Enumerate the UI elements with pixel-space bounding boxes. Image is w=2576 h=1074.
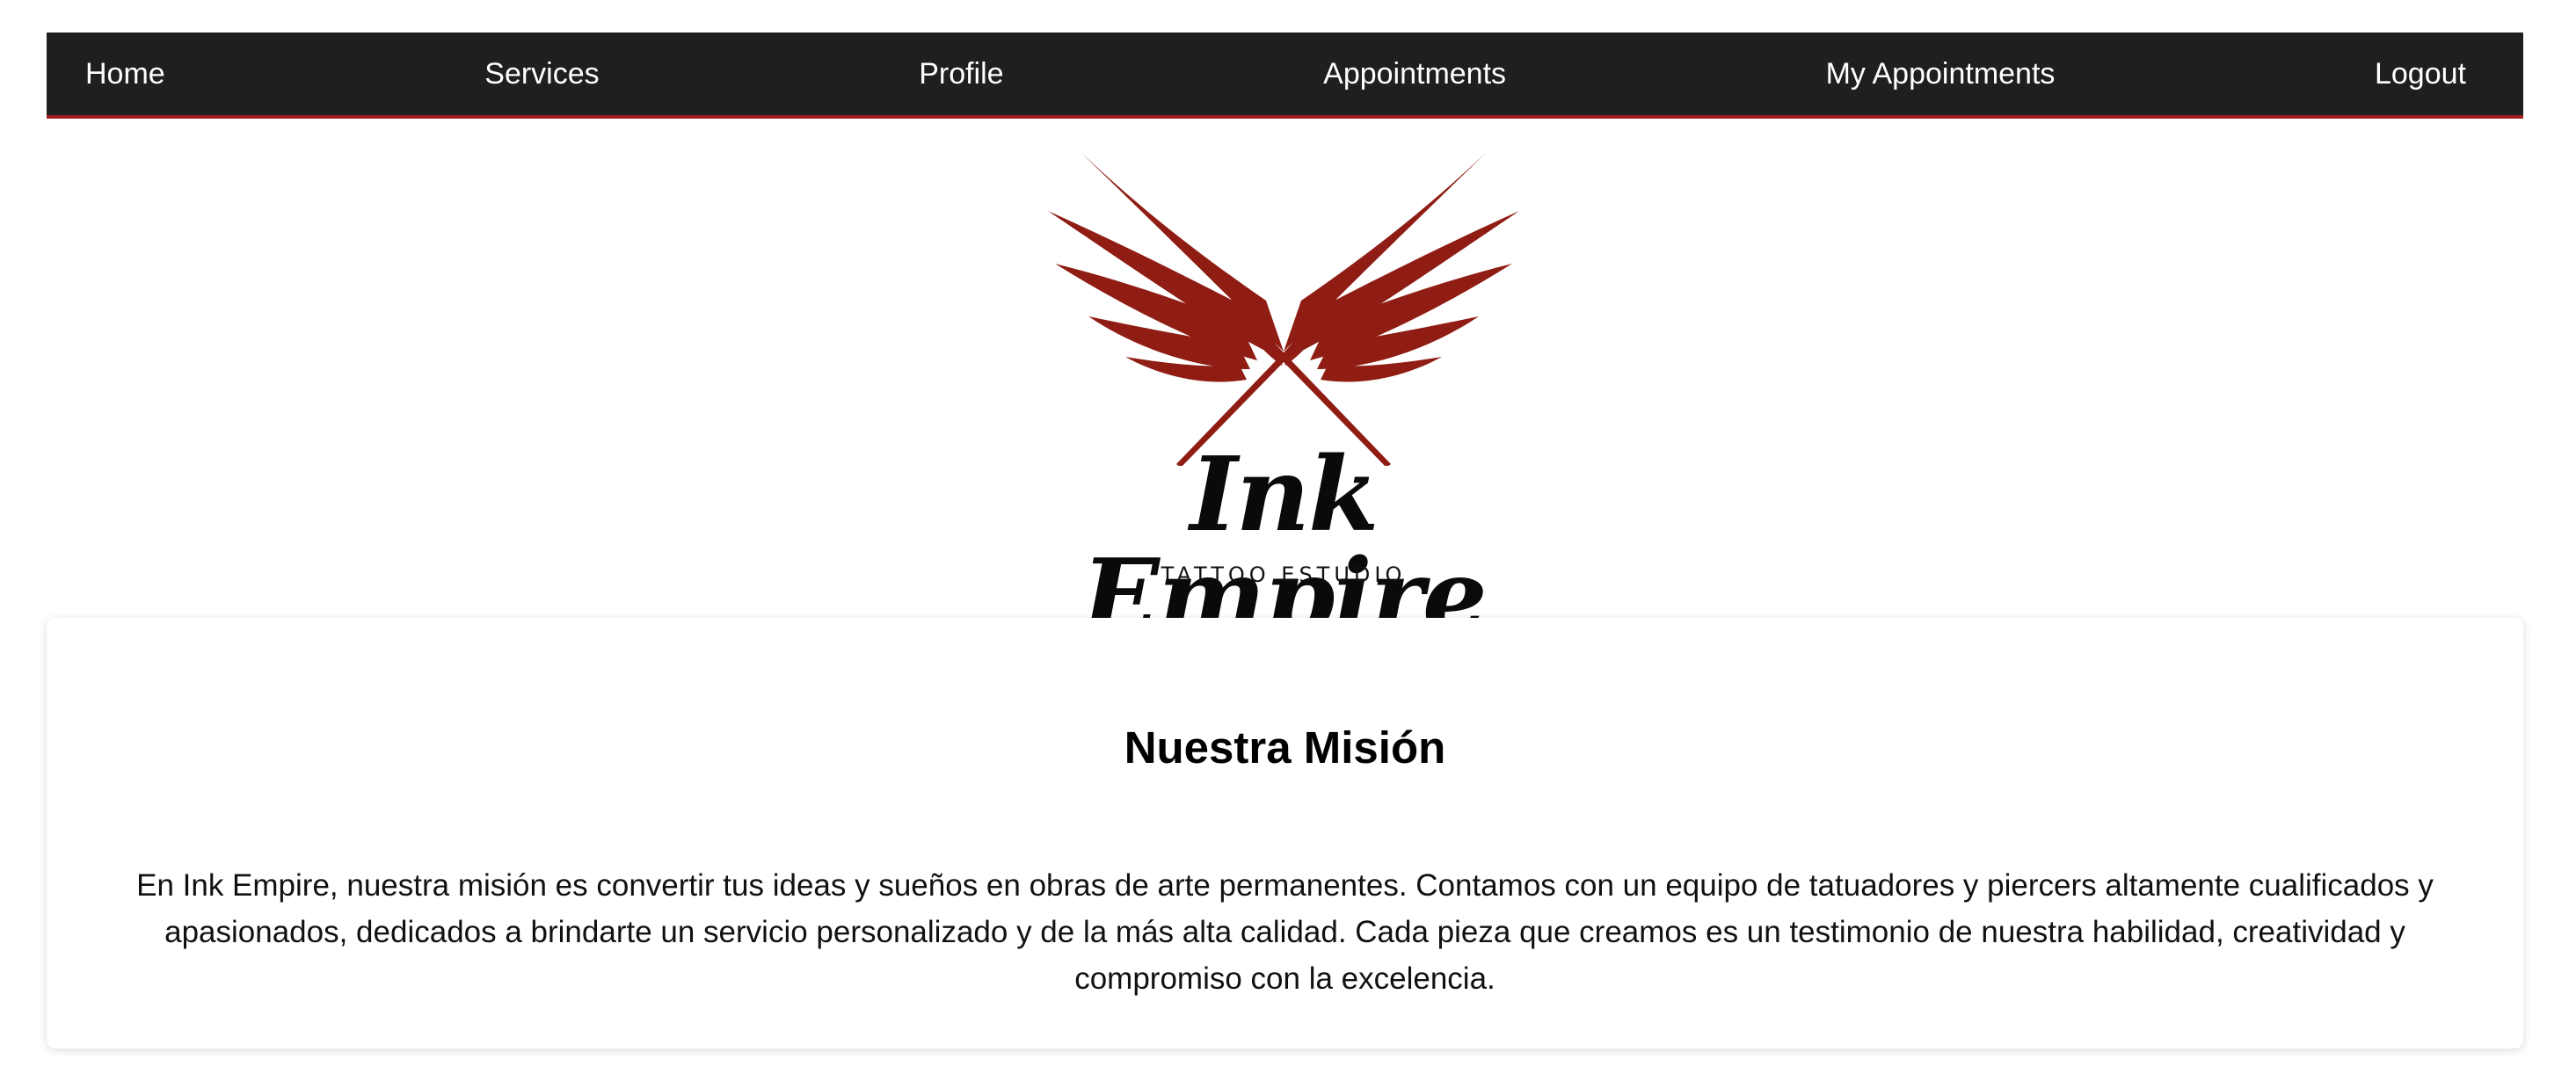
brand-logo: Ink Empire: [1020, 149, 1547, 648]
nav-link-services[interactable]: Services: [484, 57, 599, 91]
winged-needles-icon: [1048, 153, 1519, 466]
nav-link-profile[interactable]: Profile: [919, 57, 1003, 91]
nav-link-logout[interactable]: Logout: [2375, 57, 2466, 91]
mission-card: Nuestra Misión En Ink Empire, nuestra mi…: [47, 618, 2523, 1049]
mission-text: En Ink Empire, nuestra misión es convert…: [136, 868, 2434, 996]
nav-link-appointments[interactable]: Appointments: [1323, 57, 1506, 91]
brand-tagline: TATTOO ESTUDIO: [1161, 562, 1407, 587]
nav-link-my-appointments[interactable]: My Appointments: [1826, 57, 2056, 91]
mission-title: Nuestra Misión: [1124, 722, 1446, 773]
main-navbar: Home Services Profile Appointments My Ap…: [47, 33, 2523, 119]
nav-link-home[interactable]: Home: [85, 57, 165, 91]
